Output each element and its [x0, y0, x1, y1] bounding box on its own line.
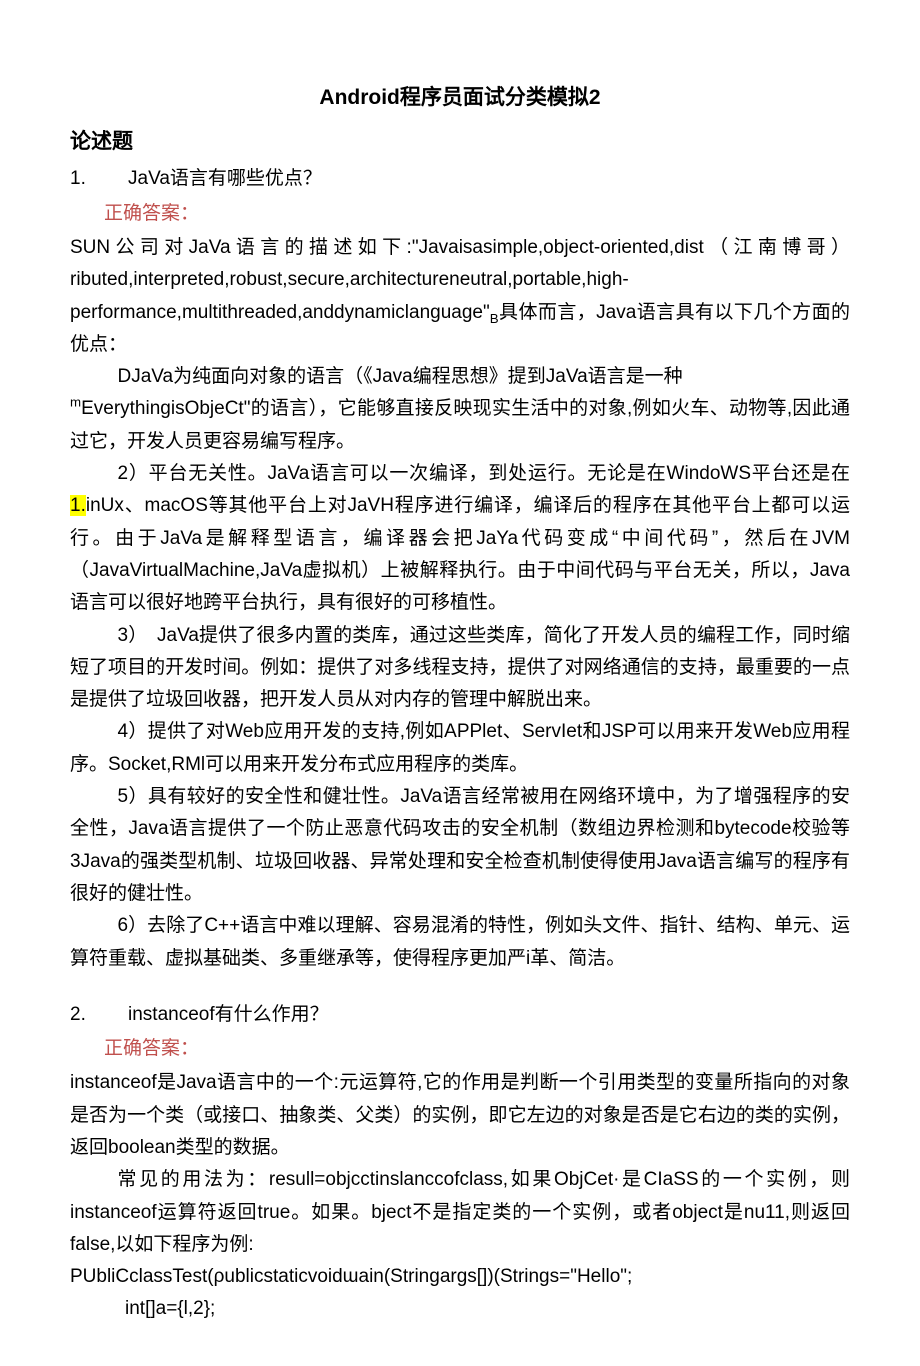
sub-b: B [490, 310, 499, 325]
q1-para3: 2）平台无关性。JaVa语言可以一次编译，到处运行。无论是在WindoWS平台还… [70, 458, 850, 619]
q1-para4: 3） JaVa提供了很多内置的类库，通过这些类库，简化了开发人员的编程工作，同时… [70, 620, 850, 717]
q1-p2b: EverythingisObjeCt"的语言），它能够直接反映现实生活中的对象,… [70, 398, 850, 451]
q1-p2a: DJaVa为纯面向对象的语言（《Java编程思想》提到JaVa语言是一种 [118, 366, 683, 387]
q1-text: JaVa语言有哪些优点？ [128, 168, 322, 189]
q1-answer-label: 正确答案： [104, 198, 850, 230]
q2-para3: PUbliCclassTest(ρublicstaticvoidɯain(Str… [70, 1261, 850, 1293]
question-2: 2.instanceof有什么作用？ [70, 999, 850, 1031]
q2-para2: 常见的用法为：resull=objcctinslanccofclass,如果Ob… [70, 1164, 850, 1261]
q1-p3b: inUx、macOS等其他平台上对JaVH程序进行编译，编译后的程序在其他平台上… [70, 495, 850, 613]
q1-para6: 5）具有较好的安全性和健壮性。JaVa语言经常被用在网络环境中，为了增强程序的安… [70, 781, 850, 910]
q1-para1: SUN公司对JaVa语言的描述如下:"Javaisasimple,object-… [70, 232, 850, 361]
q2-para4: int[]a={l,2}; [125, 1293, 850, 1325]
q2-answer-label: 正确答案： [104, 1033, 850, 1065]
q1-para7: 6）去除了C++语言中难以理解、容易混淆的特性，例如头文件、指针、结构、单元、运… [70, 910, 850, 975]
highlight-1: 1. [70, 495, 86, 516]
sup-m: m [70, 395, 81, 410]
q2-number: 2. [70, 999, 128, 1031]
q2-para1: instanceof是Java语言中的一个:元运算符,它的作用是判断一个引用类型… [70, 1067, 850, 1164]
q1-p3a: 2）平台无关性。JaVa语言可以一次编译，到处运行。无论是在WindoWS平台还… [118, 463, 851, 484]
doc-title: Android程序员面试分类模拟2 [70, 80, 850, 116]
section-heading: 论述题 [70, 124, 850, 160]
spacer [70, 975, 850, 999]
question-1: 1.JaVa语言有哪些优点？ [70, 163, 850, 195]
q1-para2: DJaVa为纯面向对象的语言（《Java编程思想》提到JaVa语言是一种 mEve… [70, 361, 850, 458]
q1-para5: 4）提供了对Web应用开发的支持,例如APPlet、ServIet和JSP可以用… [70, 716, 850, 781]
q1-number: 1. [70, 163, 128, 195]
q2-text: instanceof有什么作用？ [128, 1004, 329, 1025]
